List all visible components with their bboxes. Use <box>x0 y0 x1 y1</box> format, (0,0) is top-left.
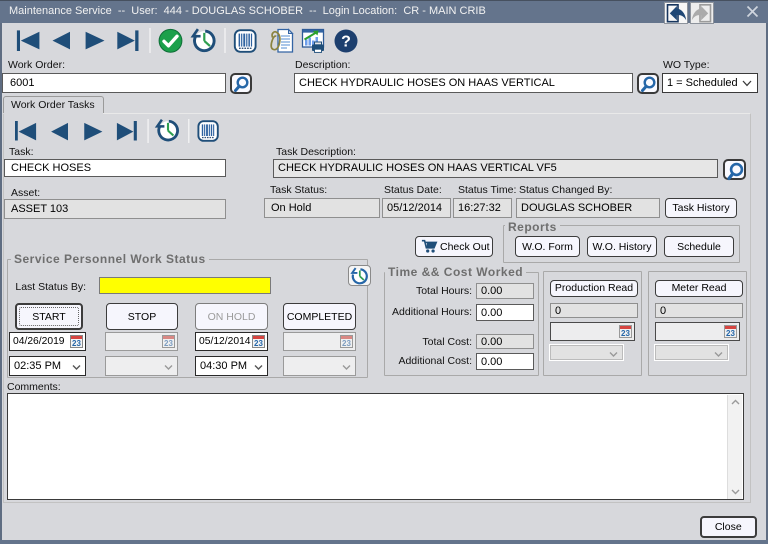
svg-text:23: 23 <box>621 329 630 338</box>
svg-text:23: 23 <box>726 329 735 338</box>
svg-text:?: ? <box>341 34 351 51</box>
